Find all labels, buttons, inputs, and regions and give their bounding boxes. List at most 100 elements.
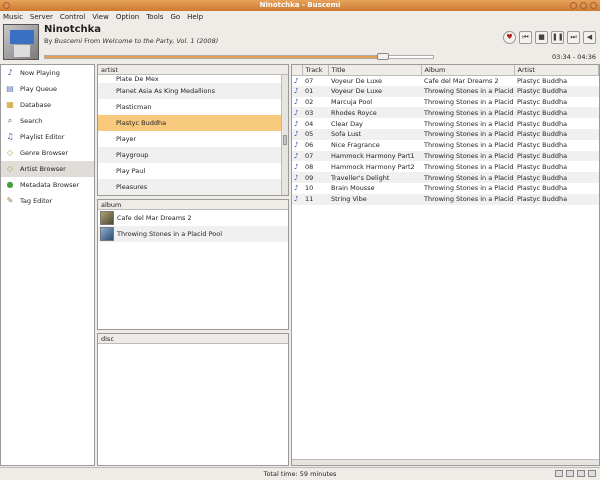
table-row[interactable]: ♪ 03 Rhodes Royce Throwing Stones in a Plac…	[292, 107, 599, 119]
sidebar-item-artist-browser[interactable]: ◇ Artist Browser	[1, 161, 94, 177]
window-title: Ninotchka - Buscemi	[259, 1, 341, 9]
maximize-icon[interactable]	[580, 2, 587, 9]
menu-server[interactable]: Server	[30, 13, 53, 21]
menu-go[interactable]: Go	[170, 13, 180, 21]
music-note-icon: ♪	[294, 119, 299, 128]
sidebar-item-genre-browser[interactable]: ◇ Genre Browser	[1, 145, 94, 161]
list-item[interactable]: Playgroup	[98, 147, 288, 163]
list-item[interactable]: Throwing Stones in a Placid Pool	[98, 226, 288, 242]
database-icon: ▦	[6, 100, 14, 109]
menu-view[interactable]: View	[92, 13, 109, 21]
table-row[interactable]: ♪ 08 Hammock Harmony Part2 Throwing Stones …	[292, 161, 599, 172]
pause-button[interactable]: ❚❚	[551, 31, 564, 44]
table-row[interactable]: ♪ 11 String Vibe Throwing Stones in a Placi…	[292, 193, 599, 205]
menu-control[interactable]: Control	[60, 13, 85, 21]
sidebar-item-search[interactable]: ⌕ Search	[1, 113, 94, 129]
sidebar-item-metadata-browser[interactable]: ● Metadata Browser	[1, 177, 94, 193]
sidebar-item-label: Now Playing	[20, 69, 60, 77]
time-display: 03:34 - 04:36	[552, 53, 596, 61]
sidebar-item-play-queue[interactable]: ▤ Play Queue	[1, 81, 94, 97]
now-playing-header: Ninotchka By Buscemi From Welcome to the…	[0, 22, 600, 64]
sidebar-item-now-playing[interactable]: ♪ Now Playing	[1, 65, 94, 81]
window-menu-icon[interactable]	[3, 2, 10, 9]
search-icon: ⌕	[7, 116, 13, 125]
seek-bar[interactable]	[44, 53, 434, 60]
repeat-icon[interactable]	[577, 470, 585, 477]
list-item[interactable]: Planet Asia As King Medallions	[98, 83, 288, 99]
menu-tools[interactable]: Tools	[146, 13, 163, 21]
table-row[interactable]: ♪ 10 Brain Mousse Throwing Stones in a Plac…	[292, 183, 599, 194]
artist-scrollbar[interactable]	[281, 75, 288, 195]
album-cover	[3, 24, 39, 60]
menu-help[interactable]: Help	[187, 13, 203, 21]
sidebar-item-label: Artist Browser	[20, 165, 66, 173]
music-note-icon: ♪	[292, 107, 302, 119]
music-note-icon: ♪	[292, 85, 302, 97]
list-item[interactable]: Pleasures	[98, 179, 288, 195]
table-row[interactable]: ♪ 09 Traveller's Delight Throwing Stones in…	[292, 172, 599, 183]
table-row[interactable]: ♪ 04 Clear Day Throwing Stones in a Placid P…	[292, 118, 599, 129]
table-row[interactable]: ♪ 07 Voyeur De Luxe Cafe del Mar Dreams 2 Pl…	[292, 75, 599, 86]
minimize-icon[interactable]	[570, 2, 577, 9]
disc-panel: disc	[97, 333, 289, 466]
album-panel-header[interactable]: album	[98, 200, 288, 210]
previous-button[interactable]: ⏮	[519, 31, 532, 44]
list-item[interactable]: Plate De Mex	[98, 75, 288, 83]
music-note-icon: ♪	[292, 128, 302, 140]
list-item[interactable]: Cafe del Mar Dreams 2	[98, 210, 288, 226]
table-row[interactable]: ♪ 02 Marcuja Pool Throwing Stones in a Plac…	[292, 97, 599, 108]
queue-icon: ▤	[6, 84, 14, 93]
next-button[interactable]: ⏭	[567, 31, 580, 44]
table-row[interactable]: ♪ 01 Voyeur De Luxe Throwing Stones in a Pl…	[292, 85, 599, 97]
seek-handle[interactable]	[376, 53, 389, 60]
sidebar-item-database[interactable]: ▦ Database	[1, 97, 94, 113]
volume-button[interactable]: ◀	[583, 31, 596, 44]
song-meta: By Buscemi From Welcome to the Party, Vo…	[44, 37, 219, 45]
status-bar: Total time: 59 minutes	[0, 467, 600, 480]
music-note-icon: ♪	[294, 76, 299, 85]
column-header-track[interactable]: Track	[302, 65, 329, 76]
shuffle-icon[interactable]	[588, 470, 596, 477]
list-item[interactable]: Plastyc Buddha	[98, 115, 288, 131]
album-thumbnail	[100, 227, 114, 241]
close-icon[interactable]	[590, 2, 597, 9]
table-row[interactable]: ♪ 07 Hammock Harmony Part1 Throwing Stones …	[292, 150, 599, 162]
song-title: Ninotchka	[44, 24, 102, 35]
menu-bar: Music Server Control View Option Tools G…	[0, 11, 600, 22]
artist-panel: artist Plate De Mex Planet Asia As King …	[97, 64, 289, 196]
sidebar-item-label: Play Queue	[20, 85, 57, 93]
love-button[interactable]: ♥	[503, 31, 516, 44]
metadata-icon: ●	[6, 180, 14, 189]
artist-icon: ◇	[6, 164, 14, 173]
menu-option[interactable]: Option	[116, 13, 139, 21]
sidebar-item-label: Genre Browser	[20, 149, 69, 157]
music-note-icon: ♪	[294, 162, 299, 171]
list-item[interactable]: Plasticman	[98, 99, 288, 115]
playback-controls: ♥ ⏮ ■ ❚❚ ⏭ ◀	[503, 31, 596, 44]
sidebar-item-label: Playlist Editor	[20, 133, 65, 141]
column-header-artist[interactable]: Artist	[514, 65, 599, 76]
music-note-icon: ♪	[294, 97, 299, 106]
music-note-icon: ♪	[292, 150, 302, 162]
track-list-panel: Track Title Album Artist ♪ 07 Voyeur De Luxe C…	[291, 64, 600, 466]
window-titlebar[interactable]: Ninotchka - Buscemi	[0, 0, 600, 11]
disc-panel-header[interactable]: disc	[98, 334, 288, 344]
table-row[interactable]: ♪ 05 Sofa Lust Throwing Stones in a Placid P…	[292, 128, 599, 140]
song-album: Welcome to the Party, Vol. 1 (2008)	[102, 37, 219, 45]
sidebar-item-playlist-editor[interactable]: ♫ Playlist Editor	[1, 129, 94, 145]
total-time: Total time: 59 minutes	[263, 470, 337, 478]
menu-music[interactable]: Music	[3, 13, 23, 21]
list-item[interactable]: Player	[98, 131, 288, 147]
sidebar-item-label: Database	[20, 101, 52, 109]
table-row[interactable]: ♪ 06 Nice Fragrance Throwing Stones in a Pl…	[292, 140, 599, 151]
sidebar-item-tag-editor[interactable]: ✎ Tag Editor	[1, 193, 94, 209]
column-header-album[interactable]: Album	[421, 65, 515, 76]
track-hscrollbar[interactable]	[292, 459, 599, 465]
album-thumbnail	[100, 211, 114, 225]
artist-panel-header[interactable]: artist	[98, 65, 288, 75]
column-header-title[interactable]: Title	[328, 65, 422, 76]
stop-button[interactable]: ■	[535, 31, 548, 44]
sidebar-item-label: Tag Editor	[20, 197, 53, 205]
music-note-icon: ♪	[292, 172, 302, 183]
list-item[interactable]: Play Paul	[98, 163, 288, 179]
